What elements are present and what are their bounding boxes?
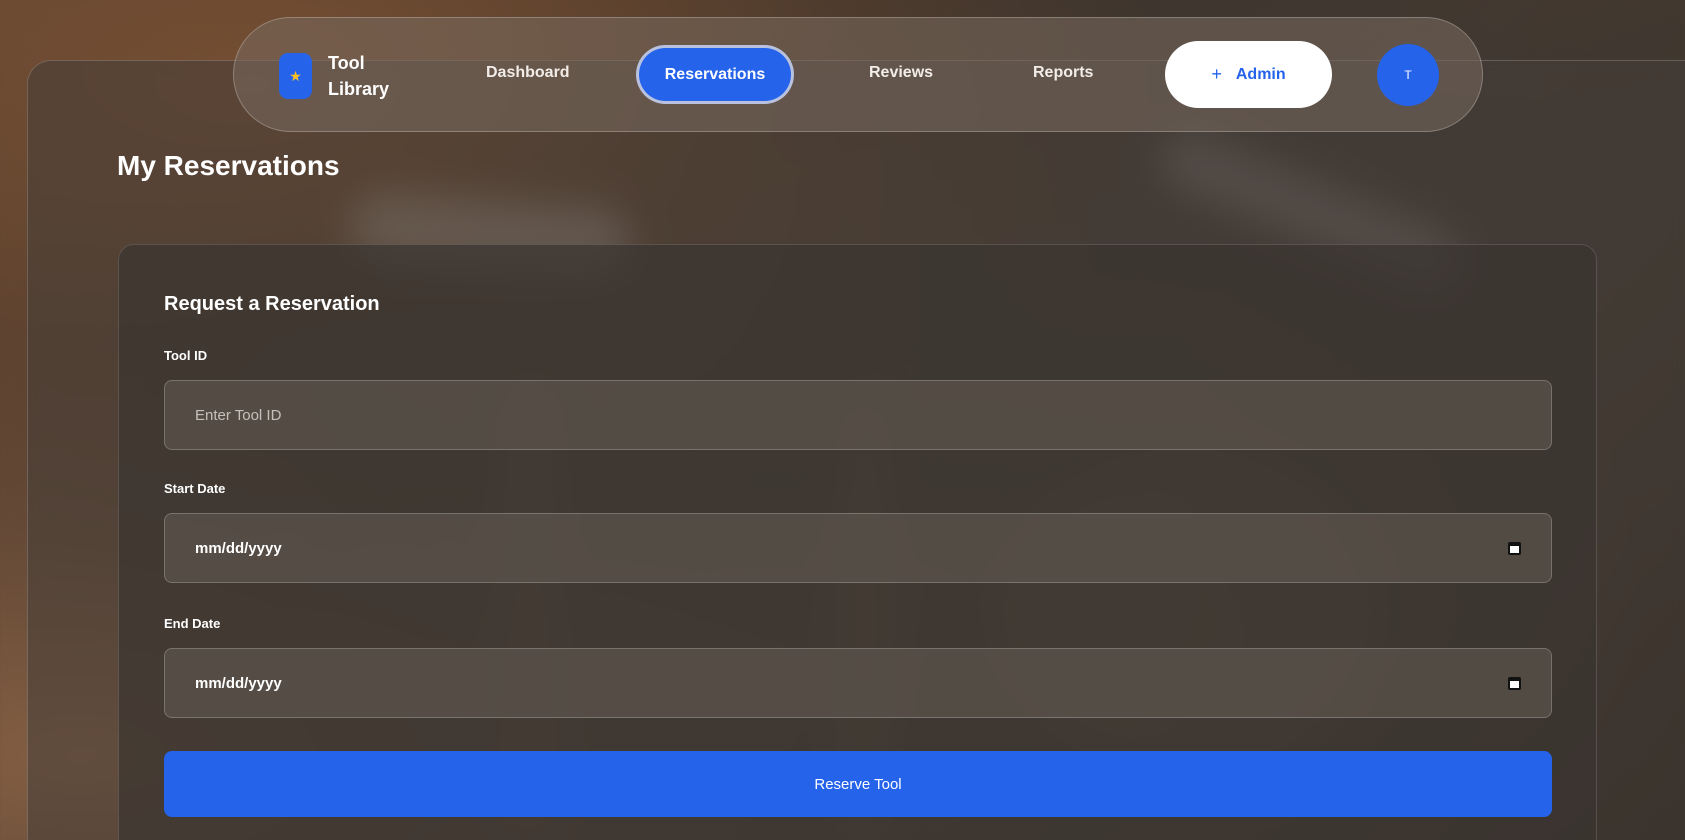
admin-button-label: Admin: [1235, 65, 1286, 83]
nav-link-reports[interactable]: Reports: [1033, 64, 1093, 82]
brand-name: Tool Library: [328, 53, 390, 99]
end-date-input[interactable]: mm/dd/yyyy: [164, 648, 1552, 718]
form-title: Request a Reservation: [164, 293, 380, 315]
nav-link-reviews[interactable]: Reviews: [869, 64, 933, 82]
end-date-label: End Date: [164, 616, 221, 631]
start-date-value: mm/dd/yyyy: [195, 539, 282, 557]
calendar-icon[interactable]: [1508, 676, 1521, 690]
tool-id-input[interactable]: Enter Tool ID: [164, 380, 1552, 450]
start-date-label: Start Date: [164, 481, 226, 496]
admin-button[interactable]: + Admin: [1165, 41, 1332, 108]
top-navbar: ★ Tool Library Dashboard Reservations Re…: [233, 17, 1483, 132]
plus-icon: +: [1211, 64, 1222, 84]
brand[interactable]: ★ Tool Library: [279, 50, 398, 102]
start-date-input[interactable]: mm/dd/yyyy: [164, 513, 1552, 583]
calendar-icon[interactable]: [1508, 541, 1521, 555]
reserve-tool-button[interactable]: Reserve Tool: [164, 751, 1552, 817]
tool-id-placeholder: Enter Tool ID: [195, 406, 282, 424]
page-title: My Reservations: [117, 150, 340, 181]
nav-link-reservations[interactable]: Reservations: [636, 45, 794, 104]
avatar[interactable]: T: [1377, 44, 1439, 106]
nav-link-dashboard[interactable]: Dashboard: [486, 64, 570, 82]
reservation-form-card: Request a Reservation Tool ID Enter Tool…: [118, 244, 1597, 840]
tool-id-label: Tool ID: [164, 348, 208, 363]
star-icon: ★: [279, 53, 312, 99]
end-date-value: mm/dd/yyyy: [195, 674, 282, 692]
